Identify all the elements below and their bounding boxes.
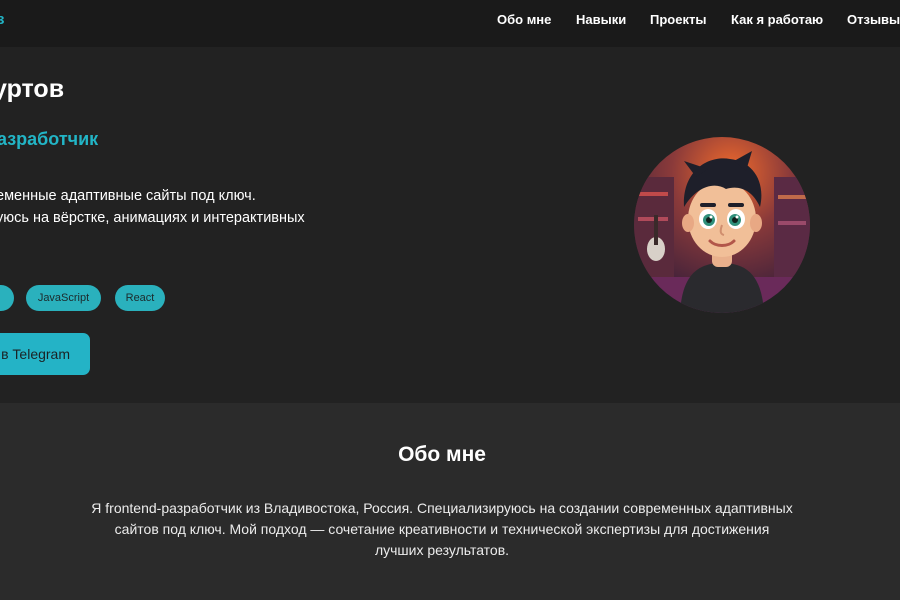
nav-link-skills[interactable]: Навыки [576, 12, 626, 27]
hero-role: азработчик [0, 129, 99, 149]
nav-link-about[interactable]: Обо мне [497, 12, 551, 27]
hero-name: уртов [0, 75, 65, 103]
about-section: Обо мне Я frontend-разработчик из Владив… [0, 403, 900, 600]
about-title: Обо мне [398, 443, 486, 466]
hero-section: уртов азработчик еменные адаптивные сайт… [0, 47, 900, 403]
nav-link-process[interactable]: Как я работаю [731, 12, 823, 27]
main-nav: Обо мне Навыки Проекты Как я работаю Отз… [0, 0, 900, 47]
hero-description-line-1: еменные адаптивные сайты под ключ. [0, 188, 256, 204]
avatar [634, 137, 810, 313]
nav-link-projects[interactable]: Проекты [650, 12, 706, 27]
site-header: з Обо мне Навыки Проекты Как я работаю О… [0, 0, 900, 47]
page: з Обо мне Навыки Проекты Как я работаю О… [0, 0, 900, 600]
skill-tag-react: React [115, 285, 165, 311]
skill-tag-javascript: JavaScript [26, 285, 101, 311]
nav-link-reviews[interactable]: Отзывы [847, 12, 900, 27]
hero-description-line-2: уюсь на вёрстке, анимациях и интерактивн… [0, 210, 305, 226]
cartoon-developer-avatar-icon [634, 137, 810, 313]
about-text: Я frontend-разработчик из Владивостока, … [91, 500, 793, 558]
skill-tag-css: S [0, 285, 14, 311]
telegram-contact-button[interactable]: в Telegram [0, 333, 90, 375]
